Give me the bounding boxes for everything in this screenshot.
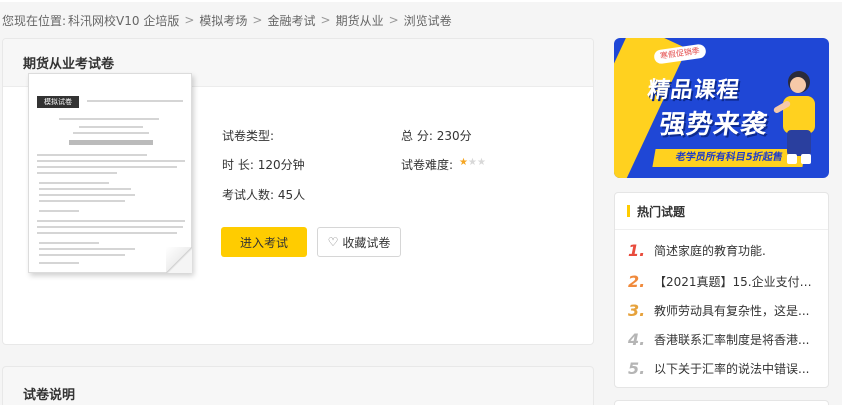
favorite-exam-button[interactable]: ♡ 收藏试卷: [317, 227, 401, 257]
banner-headline-2: 强势来袭: [657, 110, 770, 140]
hot-questions-title: 热门试题: [637, 204, 686, 219]
hot-question-item[interactable]: 3. 教师劳动具有复杂性，这是...: [628, 300, 820, 320]
exam-duration-value: 120分钟: [257, 158, 305, 172]
heart-icon: ♡: [327, 235, 339, 249]
exam-score-value: 230分: [436, 129, 472, 143]
exam-takers-label: 考试人数:: [222, 188, 275, 202]
banner-headline-1: 精品课程: [645, 78, 742, 103]
header-accent-bar: [627, 205, 630, 217]
enter-exam-button[interactable]: 进入考试: [221, 227, 307, 257]
hot-question-text: 教师劳动具有复杂性，这是...: [654, 303, 810, 318]
breadcrumb-item-futures[interactable]: 期货从业: [336, 12, 384, 29]
breadcrumb-item-mock-exam[interactable]: 模拟考场: [199, 12, 247, 29]
breadcrumb-item-finance[interactable]: 金融考试: [267, 12, 315, 29]
thumbnail-tag: 模拟试卷: [37, 96, 79, 108]
hot-question-item[interactable]: 5. 以下关于汇率的说法中错误...: [628, 358, 820, 378]
hot-question-text: 香港联系汇率制度是将香港...: [654, 332, 810, 347]
star-icon: ★: [476, 157, 486, 168]
breadcrumb-separator: >: [184, 13, 195, 27]
breadcrumb-separator: >: [320, 13, 331, 27]
exam-difficulty-label: 试卷难度:: [401, 158, 454, 172]
rank-number: 5.: [628, 358, 646, 378]
hot-question-item[interactable]: 1. 简述家庭的教育功能.: [628, 240, 820, 260]
description-card: 试卷说明: [2, 366, 594, 405]
breadcrumb: 您现在位置: 科汛网校V10 企培版 > 模拟考场 > 金融考试 > 期货从业 …: [2, 10, 452, 30]
hot-question-item[interactable]: 2. 【2021真题】15.企业支付的...: [628, 271, 820, 291]
rank-number: 2.: [628, 271, 646, 291]
hot-questions-header: 热门试题: [615, 193, 828, 230]
exam-score-label: 总 分:: [401, 129, 433, 143]
difficulty-stars: ★★★: [459, 157, 486, 168]
breadcrumb-prefix: 您现在位置:: [2, 13, 67, 28]
student-illustration: [773, 71, 815, 164]
rank-number: 1.: [628, 240, 646, 260]
hot-question-text: 【2021真题】15.企业支付的...: [654, 274, 814, 289]
page-curl: [166, 247, 192, 273]
star-icon: ★: [467, 157, 477, 168]
hot-question-text: 以下关于汇率的说法中错误...: [654, 361, 810, 376]
exam-score: 总 分: 230分: [401, 127, 472, 144]
description-title: 试卷说明: [23, 388, 76, 403]
hot-question-text: 简述家庭的教育功能.: [654, 243, 766, 258]
exam-difficulty: 试卷难度:: [401, 156, 453, 173]
hot-question-item[interactable]: 4. 香港联系汇率制度是将香港...: [628, 329, 820, 349]
rank-number: 3.: [628, 300, 646, 320]
rank-number: 4.: [628, 329, 646, 349]
star-icon: ★: [459, 157, 468, 168]
exam-takers: 考试人数: 45人: [222, 186, 305, 203]
promo-banner[interactable]: 寒假促销季 精品课程 强势来袭 老学员所有科目5折起售: [614, 38, 829, 178]
favorite-button-label: 收藏试卷: [342, 235, 391, 250]
breadcrumb-item-current: 浏览试卷: [403, 13, 452, 28]
breadcrumb-separator: >: [388, 13, 399, 27]
exam-type: 试卷类型:: [222, 127, 274, 144]
exam-duration-label: 时 长:: [222, 158, 254, 172]
breadcrumb-separator: >: [252, 13, 263, 27]
exam-type-label: 试卷类型:: [222, 129, 275, 143]
exam-duration: 时 长: 120分钟: [222, 156, 305, 173]
breadcrumb-item-home[interactable]: 科汛网校V10 企培版: [68, 12, 179, 29]
top-strip: [0, 0, 842, 2]
next-sidebar-card: [614, 400, 829, 405]
exam-takers-value: 45人: [277, 188, 306, 202]
thumbnail-page: 模拟试卷: [28, 73, 192, 273]
exam-thumbnail[interactable]: 模拟试卷: [28, 73, 192, 273]
